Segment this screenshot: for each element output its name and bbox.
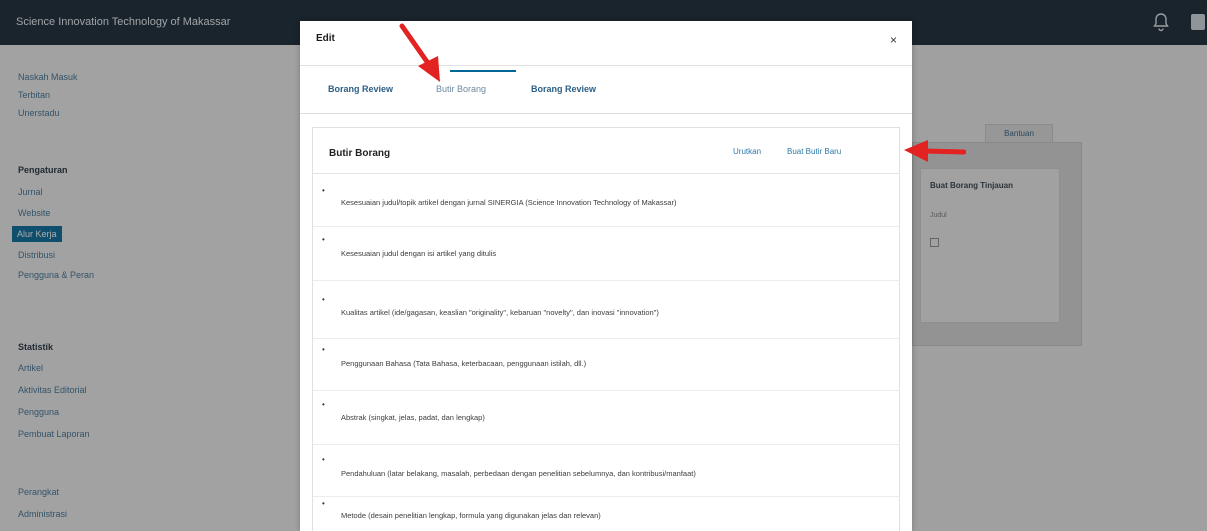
list-item[interactable]: • Penggunaan Bahasa (Tata Bahasa, keterb… xyxy=(313,339,899,391)
row-bullet: • xyxy=(322,186,325,195)
tab-borang-review[interactable]: Borang Review xyxy=(328,84,393,94)
create-item-button[interactable]: Buat Butir Baru xyxy=(787,147,841,156)
list-item[interactable]: • Pendahuluan (latar belakang, masalah, … xyxy=(313,445,899,497)
list-item[interactable]: • Metode (desain penelitian lengkap, for… xyxy=(313,497,899,531)
row-bullet: • xyxy=(322,235,325,244)
card-title: Butir Borang xyxy=(329,148,391,159)
annotation-arrow-left-icon xyxy=(904,140,966,162)
list-item-text: Pendahuluan (latar belakang, masalah, pe… xyxy=(341,469,696,478)
modal-title: Edit xyxy=(316,33,335,44)
close-icon[interactable]: × xyxy=(890,33,897,47)
sort-button[interactable]: Urutkan xyxy=(733,147,761,156)
butir-borang-card: Butir Borang Urutkan Buat Butir Baru • K… xyxy=(312,127,900,531)
list-item[interactable]: • Kesesuaian judul dengan isi artikel ya… xyxy=(313,227,899,281)
list-item-text: Metode (desain penelitian lengkap, formu… xyxy=(341,511,601,520)
list-item-text: Abstrak (singkat, jelas, padat, dan leng… xyxy=(341,413,485,422)
tab-borang-review-2[interactable]: Borang Review xyxy=(531,84,596,94)
card-header: Butir Borang Urutkan Buat Butir Baru xyxy=(313,128,899,174)
list-item-text: Penggunaan Bahasa (Tata Bahasa, keterbac… xyxy=(341,359,587,368)
list-item-text: Kualitas artikel (ide/gagasan, keaslian … xyxy=(341,308,659,317)
row-bullet: • xyxy=(322,295,325,304)
annotation-arrow-down-icon xyxy=(399,23,440,82)
modal-tabs: Borang Review Butir Borang Borang Review xyxy=(300,66,912,114)
row-bullet: • xyxy=(322,499,325,508)
active-tab-indicator xyxy=(450,70,516,72)
tab-butir-borang[interactable]: Butir Borang xyxy=(436,84,486,94)
list-item[interactable]: • Kualitas artikel (ide/gagasan, keaslia… xyxy=(313,281,899,339)
modal-header: Edit × xyxy=(300,21,912,66)
row-bullet: • xyxy=(322,455,325,464)
edit-modal: Edit × Borang Review Butir Borang Borang… xyxy=(300,21,912,531)
list-item-text: Kesesuaian judul/topik artikel dengan ju… xyxy=(341,198,677,207)
list-item-text: Kesesuaian judul dengan isi artikel yang… xyxy=(341,249,497,258)
list-item[interactable]: • Kesesuaian judul/topik artikel dengan … xyxy=(313,174,899,227)
row-bullet: • xyxy=(322,400,325,409)
row-bullet: • xyxy=(322,345,325,354)
list-item[interactable]: • Abstrak (singkat, jelas, padat, dan le… xyxy=(313,391,899,445)
